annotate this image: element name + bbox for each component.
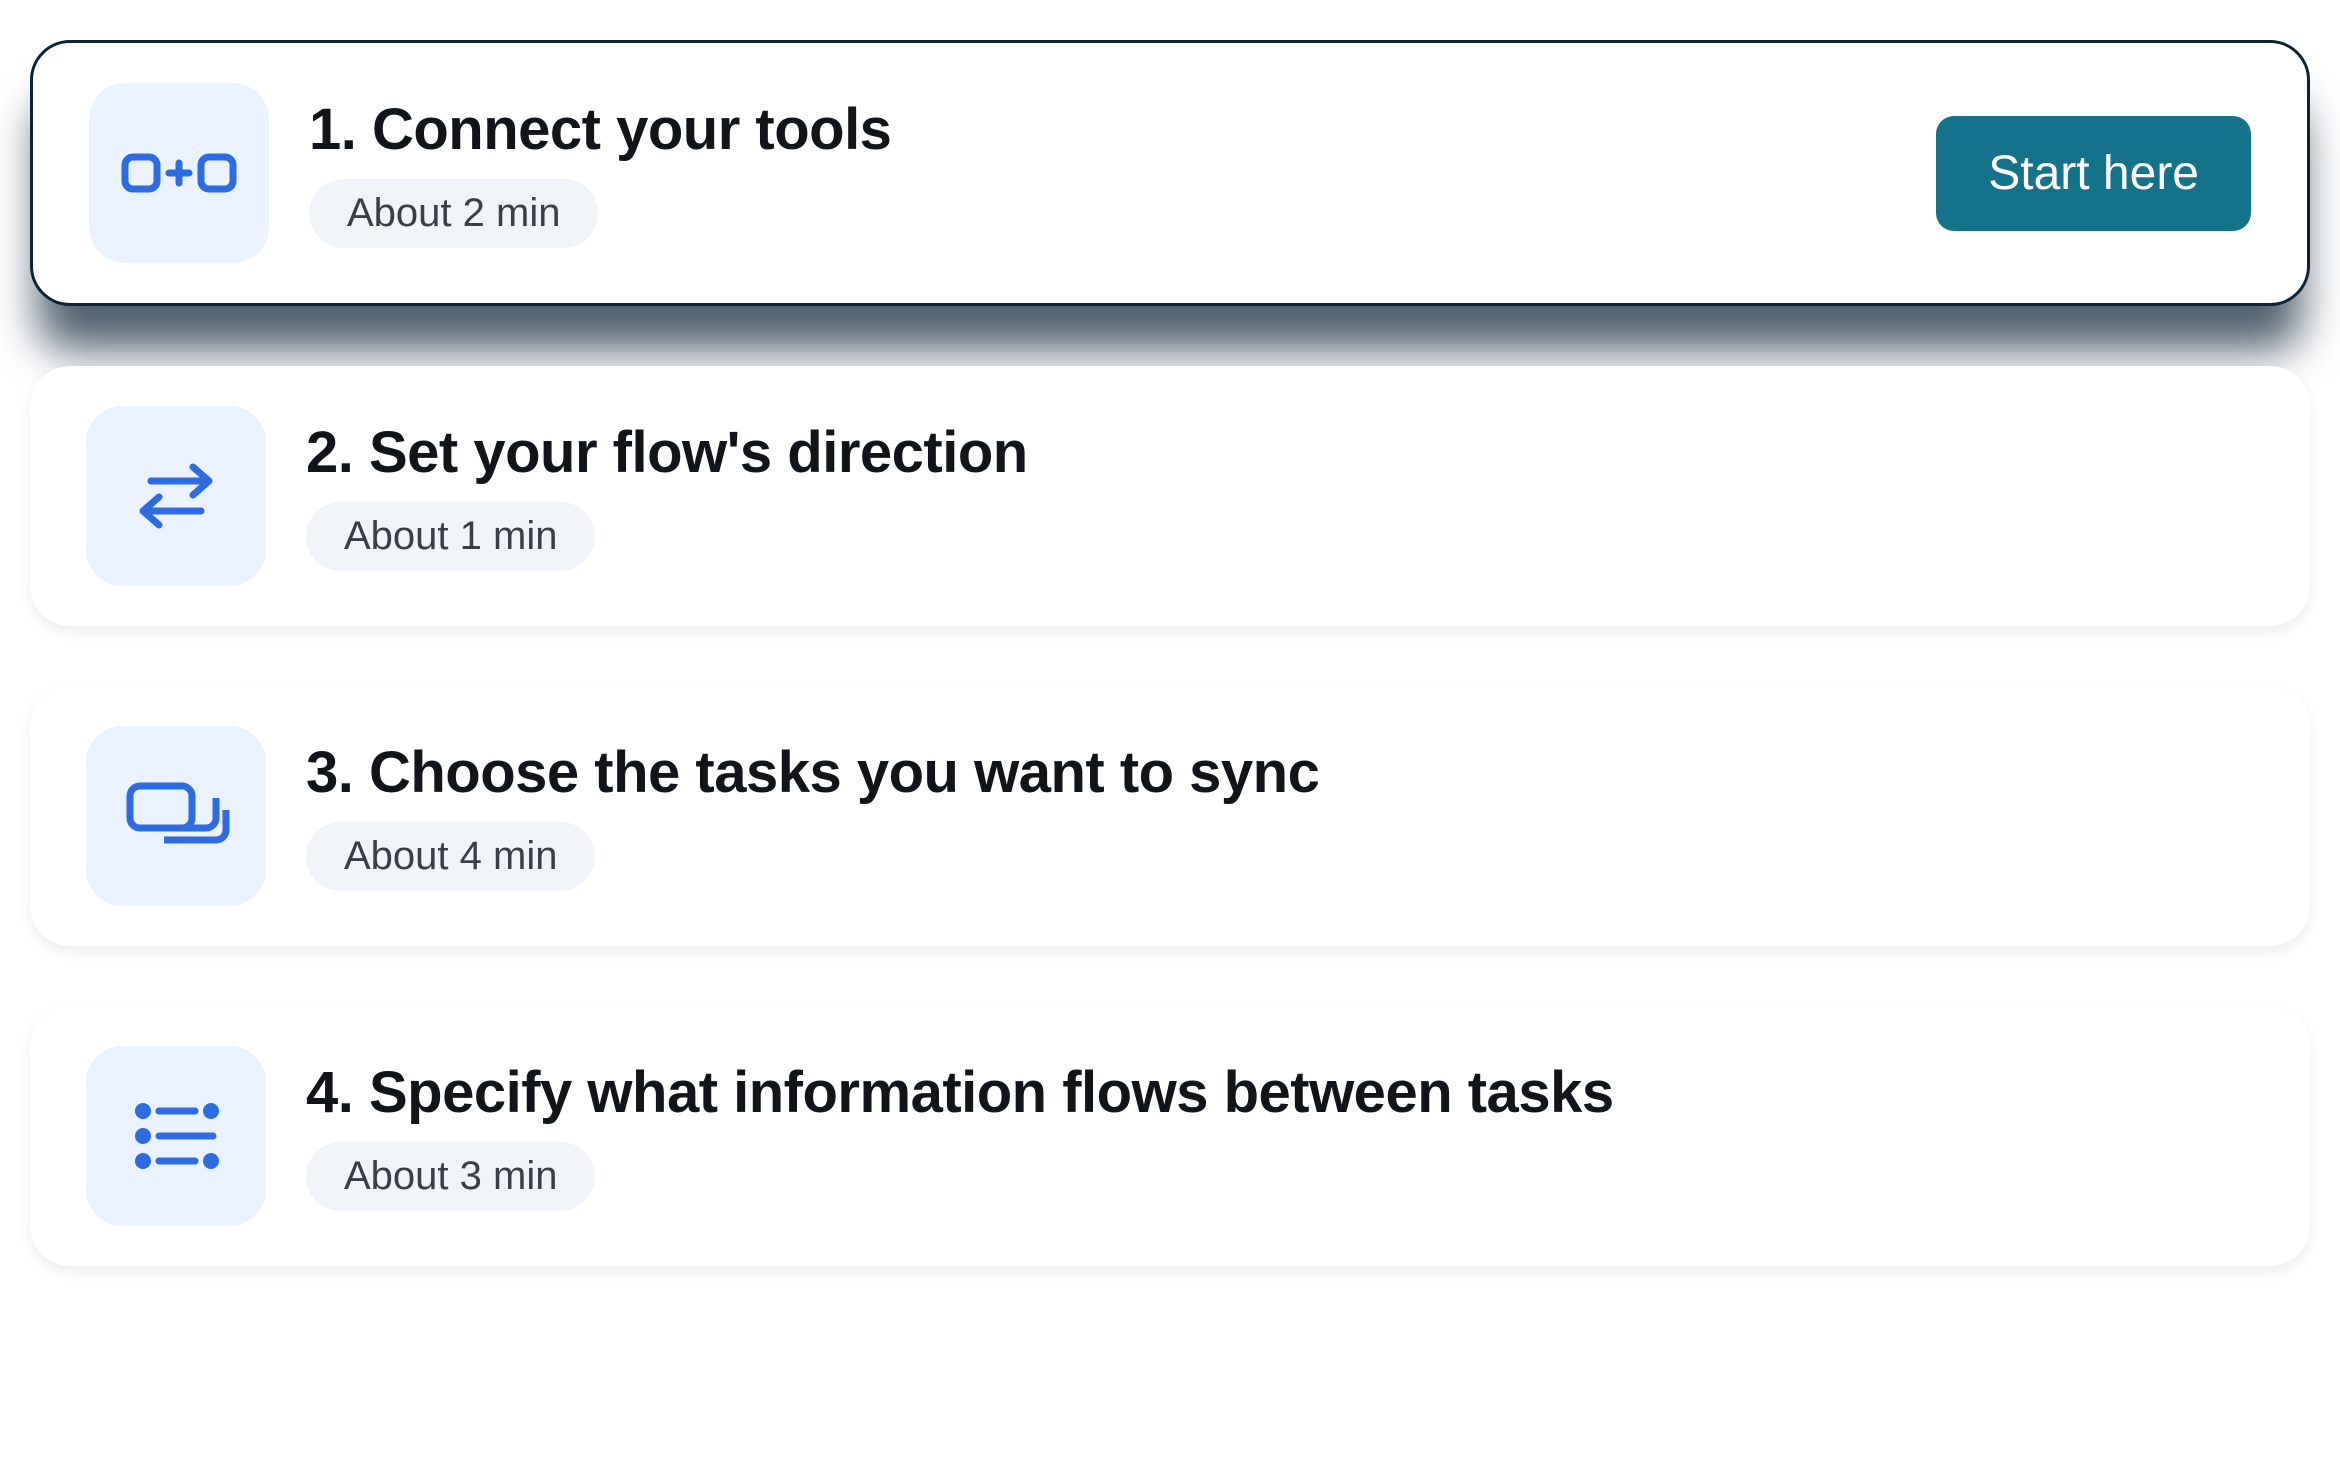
step-body: 3. Choose the tasks you want to sync Abo…	[306, 741, 2254, 892]
step-body: 4. Specify what information flows betwee…	[306, 1061, 2254, 1212]
step-duration-pill: About 3 min	[306, 1142, 595, 1211]
tasks-sync-icon	[86, 726, 266, 906]
step-title: 3. Choose the tasks you want to sync	[306, 741, 1319, 805]
onboarding-step-card[interactable]: 2. Set your flow's direction About 1 min	[30, 366, 2310, 626]
onboarding-step-card[interactable]: 4. Specify what information flows betwee…	[30, 1006, 2310, 1266]
step-body: 1. Connect your tools About 2 min	[309, 98, 1896, 249]
onboarding-step-card[interactable]: 3. Choose the tasks you want to sync Abo…	[30, 686, 2310, 946]
step-title: 2. Set your flow's direction	[306, 421, 1028, 485]
connect-tools-icon	[89, 83, 269, 263]
information-flow-icon	[86, 1046, 266, 1226]
onboarding-step-list: 1. Connect your tools About 2 min Start …	[30, 40, 2310, 1266]
start-here-button[interactable]: Start here	[1936, 116, 2251, 231]
onboarding-step-card[interactable]: 1. Connect your tools About 2 min Start …	[30, 40, 2310, 306]
flow-direction-icon	[86, 406, 266, 586]
step-body: 2. Set your flow's direction About 1 min	[306, 421, 2254, 572]
step-title: 1. Connect your tools	[309, 98, 891, 162]
step-duration-pill: About 4 min	[306, 822, 595, 891]
step-duration-pill: About 1 min	[306, 502, 595, 571]
step-duration-pill: About 2 min	[309, 179, 598, 248]
step-title: 4. Specify what information flows betwee…	[306, 1061, 1614, 1125]
